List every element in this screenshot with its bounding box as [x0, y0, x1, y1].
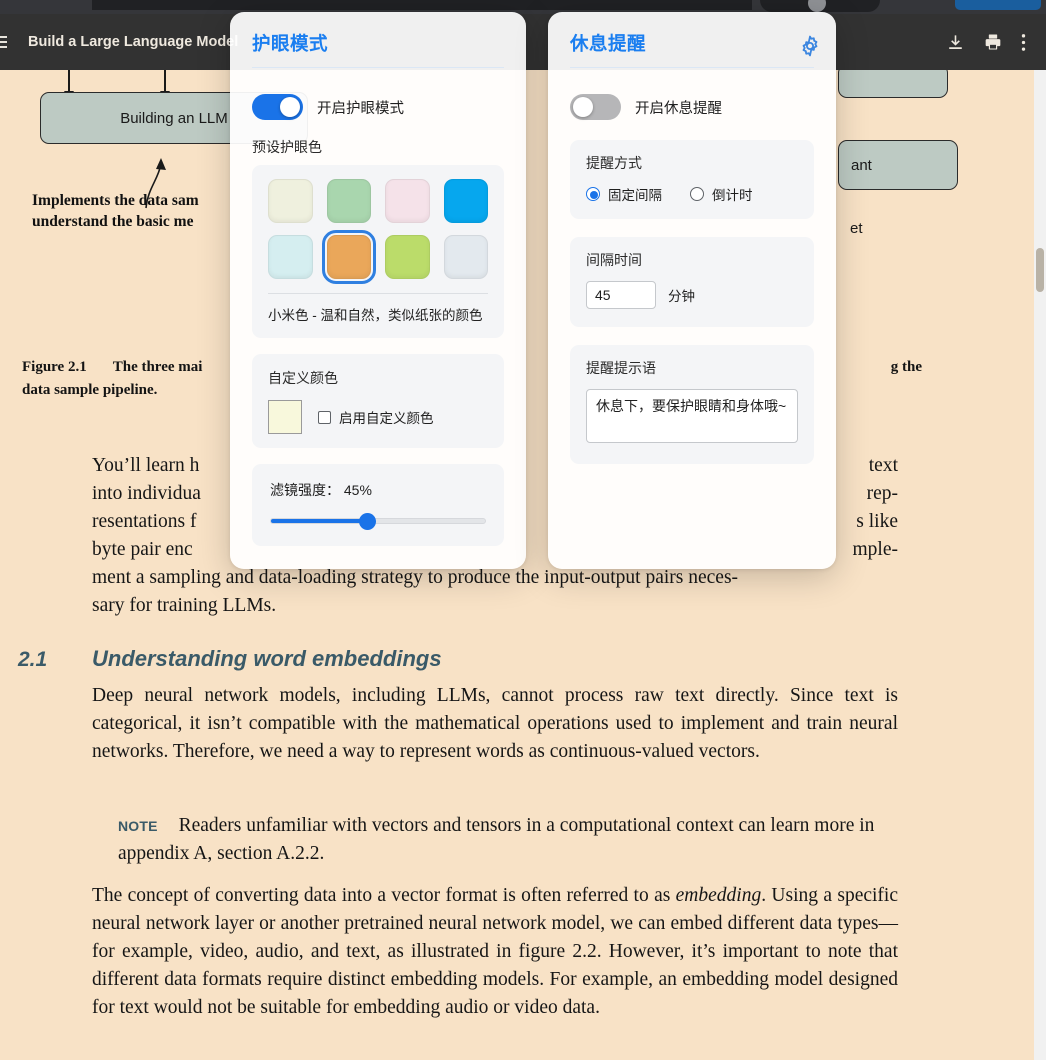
- p1-right-2: rep-: [866, 483, 898, 504]
- swatch-pink[interactable]: [385, 179, 430, 223]
- radio-countdown[interactable]: [690, 187, 704, 201]
- eye-care-enable-row: 开启护眼模式: [252, 94, 504, 120]
- pdf-document-title: Build a Large Language Model: [28, 34, 239, 50]
- filter-strength-card: 滤镜强度： 45%: [252, 464, 504, 546]
- note-label: NOTE: [118, 818, 158, 834]
- custom-color-card: 自定义颜色 启用自定义颜色: [252, 354, 504, 448]
- interval-unit-label: 分钟: [668, 289, 695, 304]
- more-options-icon[interactable]: [1021, 33, 1026, 52]
- swatch-green[interactable]: [326, 179, 371, 223]
- figure-arrow-1: [64, 70, 74, 99]
- eye-care-enable-toggle[interactable]: [252, 94, 303, 120]
- p1-right-4: mple-: [852, 539, 898, 560]
- filter-strength-fill: [271, 519, 368, 523]
- reminder-message-textarea[interactable]: [586, 389, 798, 443]
- p1-left-4: byte pair enc: [92, 539, 193, 560]
- eye-care-divider: [252, 67, 504, 68]
- rest-reminder-panel: 休息提醒 开启休息提醒 提醒方式 固定间隔 倒计时 间隔时间 45 分钟 提醒提…: [548, 12, 836, 569]
- figure-box-label: Building an LLM: [120, 109, 228, 127]
- download-icon[interactable]: [946, 33, 965, 52]
- swatch-silver[interactable]: [443, 235, 488, 279]
- figure-box-partial-top: [838, 70, 948, 98]
- rest-enable-row: 开启休息提醒: [570, 94, 814, 120]
- p1-right-3: s like: [856, 511, 898, 532]
- section-title: Understanding word embeddings: [92, 646, 442, 671]
- reminder-message-title: 提醒提示语: [586, 360, 656, 376]
- reminder-mode-card: 提醒方式 固定间隔 倒计时: [570, 140, 814, 219]
- eye-care-panel-title: 护眼模式: [252, 33, 329, 54]
- swatch-lime[interactable]: [385, 235, 430, 279]
- figure-stray-text: et: [850, 220, 863, 237]
- reminder-mode-countdown[interactable]: 倒计时: [690, 184, 753, 204]
- p1-left-1: You’ll learn h: [92, 455, 200, 476]
- interval-minutes-input[interactable]: [586, 281, 656, 309]
- custom-color-well[interactable]: [268, 400, 302, 434]
- figure-caption-part1: The three mai: [112, 359, 203, 375]
- p1-line-6: sary for training LLMs.: [92, 595, 277, 616]
- preset-divider: [268, 293, 488, 294]
- paragraph-embedding-definition: The concept of converting data into a ve…: [92, 882, 898, 1022]
- page-scrollbar-track[interactable]: [1034, 70, 1046, 1060]
- section-number: 2.1: [18, 648, 48, 671]
- reminder-message-card: 提醒提示语: [570, 345, 814, 464]
- filter-strength-thumb[interactable]: [358, 512, 376, 530]
- p1-right-1: text: [868, 455, 898, 476]
- selected-color-description: 小米色 - 温和自然，类似纸张的颜色: [268, 308, 483, 323]
- radio-fixed-interval-label: 固定间隔: [608, 188, 662, 203]
- pdf-toolbar-tools: [946, 32, 1046, 52]
- gear-icon[interactable]: [798, 34, 822, 58]
- note-text: Readers unfamiliar with vectors and tens…: [118, 815, 875, 864]
- swatch-ivory[interactable]: [268, 179, 313, 223]
- browser-tab[interactable]: [92, 0, 752, 10]
- browser-action-button[interactable]: [955, 0, 1041, 10]
- figure-caption-part2: g the: [890, 359, 922, 375]
- rest-enable-toggle[interactable]: [570, 94, 621, 120]
- interval-time-title: 间隔时间: [586, 252, 642, 268]
- custom-color-title: 自定义颜色: [268, 370, 338, 386]
- p1-left-3: resentations f: [92, 511, 197, 532]
- rest-reminder-divider: [570, 67, 814, 68]
- reminder-mode-title: 提醒方式: [586, 155, 642, 171]
- paragraph-embeddings-intro: Deep neural network models, including LL…: [92, 685, 898, 762]
- rest-reminder-panel-header: 休息提醒: [548, 12, 836, 78]
- filter-strength-label: 滤镜强度： 45%: [270, 482, 372, 498]
- print-icon[interactable]: [983, 32, 1003, 52]
- hamburger-menu-icon[interactable]: [0, 36, 16, 48]
- figure-box-right-label: ant: [851, 156, 872, 174]
- p3-part-a: The concept of converting data into a ve…: [92, 885, 676, 906]
- toggle-knob: [280, 97, 300, 117]
- enable-custom-color-checkbox[interactable]: [318, 410, 331, 424]
- swatch-millet[interactable]: [321, 230, 376, 284]
- eye-care-panel-header: 护眼模式: [230, 12, 526, 78]
- figure-arrow-2: [160, 70, 170, 99]
- interval-time-card: 间隔时间 分钟: [570, 237, 814, 327]
- swatch-pale-cyan[interactable]: [268, 235, 313, 279]
- section-heading: 2.1 Understanding word embeddings: [18, 646, 908, 672]
- rest-reminder-panel-title: 休息提醒: [570, 33, 647, 54]
- eye-care-panel: 护眼模式 开启护眼模式 预设护眼色 小米色 - 温和自然，类似纸张的颜色 自定义…: [230, 12, 526, 569]
- enable-custom-color-label: 启用自定义颜色: [339, 411, 434, 426]
- figure-box-partial-right: ant: [838, 140, 958, 190]
- preset-colors-label: 预设护眼色: [252, 139, 322, 155]
- radio-countdown-label: 倒计时: [712, 188, 753, 203]
- p1-left-2: into individua: [92, 483, 201, 504]
- swatch-sky-blue[interactable]: [443, 179, 488, 223]
- reminder-mode-fixed-interval[interactable]: 固定间隔: [586, 184, 662, 204]
- note-block: NOTE Readers unfamiliar with vectors and…: [118, 812, 898, 868]
- eye-care-enable-label: 开启护眼模式: [317, 100, 404, 117]
- page-scrollbar-thumb[interactable]: [1036, 248, 1044, 292]
- figure-caption-lead: Figure 2.1: [22, 359, 87, 375]
- p3-emphasis: embedding: [675, 885, 762, 906]
- filter-strength-slider[interactable]: [270, 512, 486, 530]
- radio-fixed-interval[interactable]: [586, 187, 600, 201]
- rest-enable-label: 开启休息提醒: [635, 100, 722, 117]
- toggle-knob: [573, 97, 593, 117]
- preset-colors-card: 小米色 - 温和自然，类似纸张的颜色: [252, 165, 504, 338]
- preset-color-grid: [268, 179, 488, 284]
